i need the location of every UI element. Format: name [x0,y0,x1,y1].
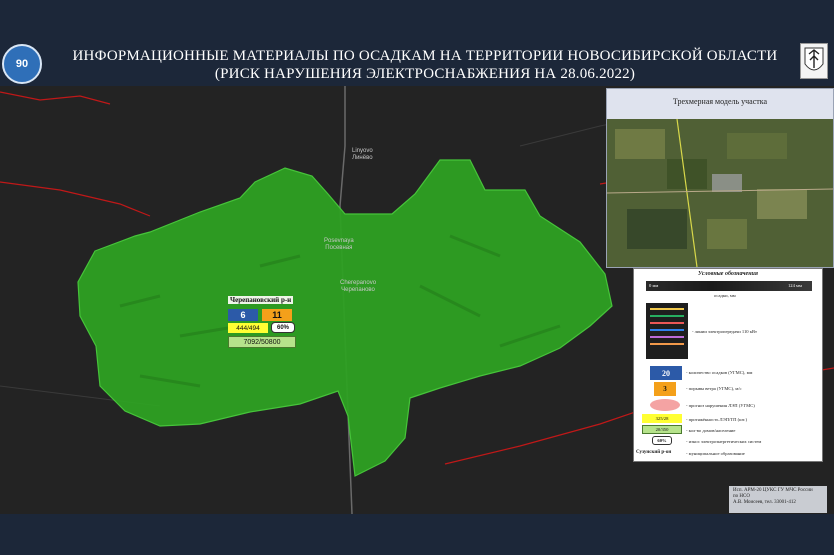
legend-capacity-sample: 325/28 [642,414,682,423]
emchs-emblem-icon: 90 [2,44,42,84]
scale-caption: осадки, мм [714,293,736,298]
place-label-posevnaya: Posevnaya Посевная [324,238,354,251]
district-area [77,159,613,477]
capacity-badge: 444/494 [228,323,268,333]
legend-percent-sample: 60% [652,436,672,445]
lep-label: - линии электропередачи 110 кВт [692,329,758,334]
lep-color-list [646,303,688,359]
credit-note: Исп. АРМ-20 ЦУКС ГУ МЧС России по НСО А.… [729,486,827,513]
forecast-outage-icon [650,399,680,411]
legend-percent-label: - износ электроэнергетических систем [686,439,762,444]
percent-badge: 60% [271,322,295,333]
legend-district-sample: Сузунский р-он [636,450,672,455]
slide: 90 ИНФОРМАЦИОННЫЕ МАТЕРИАЛЫ ПО ОСАДКАМ Н… [0,0,834,555]
scale-min: 0 мм [649,283,659,288]
legend-capacity-label: - протяжённость ЛЭП/ТП (шт.) [686,417,747,422]
district-name[interactable]: Черепановский р-н [228,296,294,304]
header: 90 ИНФОРМАЦИОННЫЕ МАТЕРИАЛЫ ПО ОСАДКАМ Н… [0,0,834,86]
legend-precip-sample: 20 [650,366,682,380]
three-d-model-title: Трехмерная модель участка [672,97,768,106]
legend-district-label: - муниципальное образование [686,451,745,456]
legend-wind-label: - порывы ветра (УГМС), м/с [686,386,742,391]
region-coat-of-arms-icon [800,43,828,79]
households-badge: 7092/50800 [228,336,296,348]
three-d-model-panel: Трехмерная модель участка [606,88,834,268]
wind-badge: 11 [262,309,292,321]
legend-precip-label: - количество осадков (УГМС), мм [686,370,753,375]
satellite-image[interactable] [607,119,833,267]
bottom-band [0,514,834,555]
legend-title: Условные обозначения [698,271,758,277]
legend-wind-sample: 3 [654,382,676,396]
scale-max: 124 мм [788,283,802,288]
legend-households-sample: 20/350 [642,425,682,434]
precipitation-badge: 6 [228,309,258,321]
title-line-2: (РИСК НАРУШЕНИЯ ЭЛЕКТРОСНАБЖЕНИЯ НА 28.0… [214,66,636,82]
legend-panel: Условные обозначения 0 мм 124 мм осадки,… [633,268,823,462]
place-label-linyovo: Linyovo Линёво [352,148,373,161]
place-label-cherepanovo: Cherepanovo Черепаново [340,280,377,293]
legend-households-label: - кол-во домов/население [686,428,736,433]
title-line-1: ИНФОРМАЦИОННЫЕ МАТЕРИАЛЫ ПО ОСАДКАМ НА Т… [72,48,778,64]
legend-forecast-label: - прогноз нарушения ЛЭП (УГМС) [686,403,755,408]
